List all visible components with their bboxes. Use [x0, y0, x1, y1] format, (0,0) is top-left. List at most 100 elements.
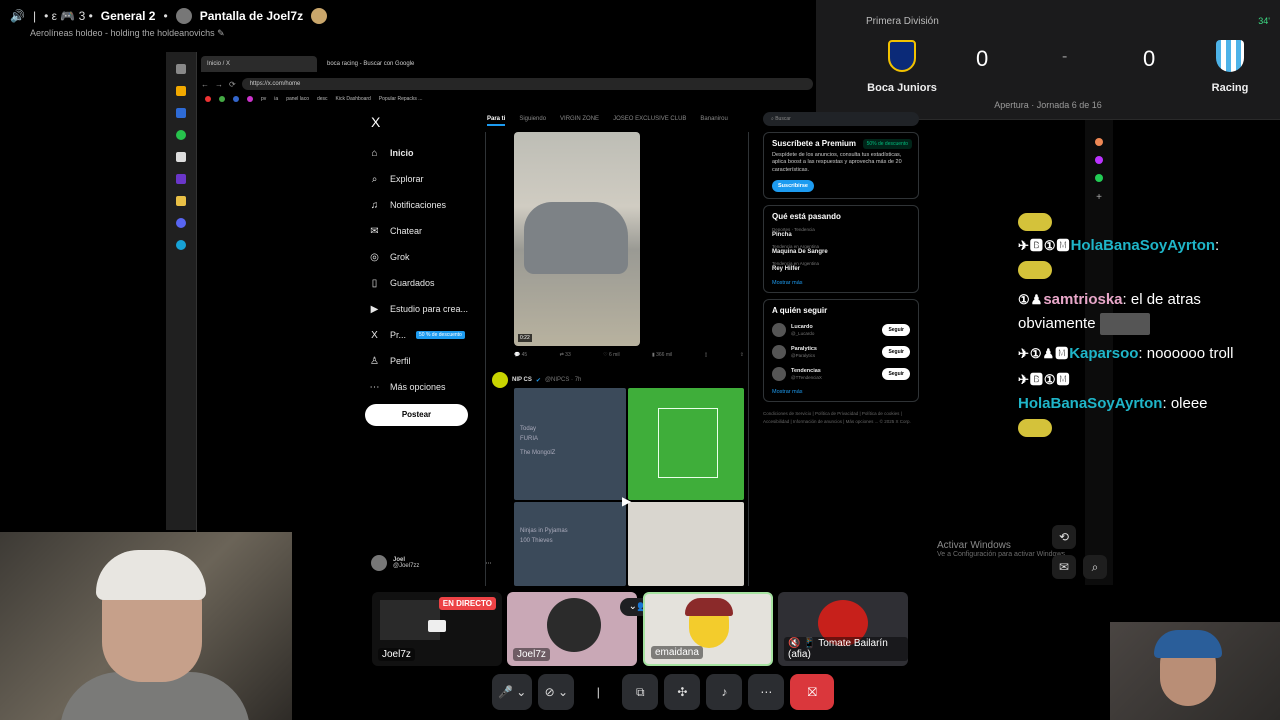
- bookmark-pv[interactable]: pv: [261, 96, 266, 102]
- avatar[interactable]: [772, 323, 786, 338]
- discord-icon[interactable]: [176, 218, 186, 228]
- activities-button[interactable]: ✣: [664, 674, 701, 710]
- follow-show-more[interactable]: Mostrar más: [772, 389, 910, 395]
- reload-icon[interactable]: ⟳: [229, 80, 236, 89]
- bookmark-panel-laco[interactable]: panel laco: [286, 96, 309, 102]
- grid-label: The MongolZ: [520, 450, 556, 456]
- follow-suggestion: Tendencias @TTendenciaX Seguir: [772, 367, 910, 382]
- subscribe-button[interactable]: Suscribirse: [772, 180, 814, 193]
- add-icon[interactable]: +: [1085, 192, 1113, 203]
- app-icon[interactable]: [176, 86, 186, 96]
- x-nav-item[interactable]: ⌕ Explorar: [369, 166, 468, 192]
- avatar[interactable]: [772, 367, 786, 382]
- x-nav-item[interactable]: ▯ Guardados: [369, 270, 468, 296]
- repost-action[interactable]: ⇄ 33: [560, 352, 571, 358]
- microphone-button[interactable]: 🎤 ⌄: [492, 674, 533, 710]
- zoom-icon[interactable]: ⌕: [1083, 555, 1107, 579]
- x-footer-links[interactable]: Condiciones de Servicio | Política de Pr…: [763, 410, 919, 426]
- end-stream-button[interactable]: ⛝: [790, 674, 835, 710]
- views-action[interactable]: ▮ 366 mil: [652, 352, 672, 358]
- call-tile-emaidana[interactable]: emaidana: [643, 592, 773, 666]
- mail-icon[interactable]: ✉: [1052, 555, 1076, 579]
- share-icon[interactable]: ⇪: [740, 352, 744, 358]
- trend-item[interactable]: Tendencia en Argentina Rey Hilfer: [772, 261, 910, 272]
- call-tile-tomate[interactable]: 🔇 📱 Tomate Bailarín (afia): [778, 592, 908, 666]
- bookmark-kick-dashboard[interactable]: Kick Dashboard: [336, 96, 371, 102]
- like-action[interactable]: ♡ 6 mil: [603, 352, 619, 358]
- edge-icon[interactable]: [176, 240, 186, 250]
- tab-para-ti[interactable]: Para ti: [487, 116, 506, 126]
- chat-username[interactable]: HolaBanaSoyAyrton: [1071, 237, 1215, 254]
- camera-off-button[interactable]: ⊘ ⌄: [538, 674, 575, 710]
- whatsapp-icon[interactable]: [1095, 174, 1103, 182]
- channel-name[interactable]: General 2: [101, 9, 156, 23]
- trend-item[interactable]: Deportes · Tendencia Pincha: [772, 227, 910, 238]
- follow-name[interactable]: Lucardo @_Lucardo: [791, 324, 877, 337]
- x-logo-icon[interactable]: X: [371, 114, 380, 130]
- back-icon[interactable]: ←: [201, 80, 209, 89]
- xbox-icon[interactable]: [176, 130, 186, 140]
- follow-button[interactable]: Seguir: [882, 346, 910, 359]
- tab-joseo-exclusive-club[interactable]: JOSEO EXCLUSIVE CLUB: [613, 116, 686, 126]
- match-round: Apertura · Jornada 6 de 16: [994, 100, 1102, 110]
- forward-icon[interactable]: →: [215, 80, 223, 89]
- follow-button[interactable]: Seguir: [882, 324, 910, 337]
- x-nav-item[interactable]: ⋯ Más opciones: [369, 374, 468, 400]
- post-button[interactable]: Postear: [365, 404, 468, 426]
- shield-icon[interactable]: [176, 152, 186, 162]
- reply-action[interactable]: 💬 45: [514, 352, 527, 358]
- x-profile-switcher[interactable]: Joel @Joel7zz ⋯: [371, 555, 491, 571]
- bookmark-icon[interactable]: [219, 96, 225, 102]
- chat-username[interactable]: HolaBanaSoyAyrton: [1018, 395, 1162, 412]
- photoshop-icon[interactable]: [176, 108, 186, 118]
- tab-bananirou[interactable]: Bananirou: [700, 116, 727, 126]
- bookmark-desc[interactable]: desc: [317, 96, 328, 102]
- premiere-icon[interactable]: [176, 174, 186, 184]
- tab-siguiendo[interactable]: Siguiendo: [519, 116, 546, 126]
- post-video[interactable]: 0:22: [514, 132, 640, 346]
- post-author[interactable]: NIP CS: [512, 377, 532, 383]
- windows-start-icon[interactable]: [176, 64, 186, 74]
- trending-show-more[interactable]: Mostrar más: [772, 280, 910, 286]
- volume-icon[interactable]: 🔊: [10, 9, 25, 23]
- x-nav-item[interactable]: ⌂ Inicio: [369, 140, 468, 166]
- call-tile-joel7z[interactable]: Joel7z: [507, 592, 637, 666]
- bookmark-icon[interactable]: ▯: [705, 352, 708, 358]
- pencil-icon[interactable]: ✎: [217, 28, 225, 38]
- chat-username[interactable]: Kaparsoo: [1069, 345, 1138, 362]
- avatar[interactable]: [772, 345, 786, 360]
- avatar[interactable]: [492, 372, 508, 388]
- play-icon[interactable]: ▶: [622, 494, 631, 508]
- tab-x-home[interactable]: Inicio / X: [201, 56, 317, 72]
- bookmark-ia[interactable]: ia: [274, 96, 278, 102]
- bookmark-icon[interactable]: [205, 96, 211, 102]
- x-nav-item[interactable]: ♫ Notificaciones: [369, 192, 468, 218]
- popout-icon[interactable]: ⟲: [1052, 525, 1076, 549]
- away-team-name: Racing: [1211, 82, 1249, 94]
- trend-item[interactable]: Tendencia en Argentina Maquina De Sangre: [772, 244, 910, 255]
- x-search-input[interactable]: ⌕ Buscar: [763, 112, 919, 126]
- bookmark-popular-repacks[interactable]: Popular Repacks ...: [379, 96, 423, 102]
- bookmark-icon[interactable]: [233, 96, 239, 102]
- x-nav-item[interactable]: ♙ Perfil: [369, 348, 468, 374]
- tab-virgin-zone[interactable]: VIRGIN ZONE: [560, 116, 599, 126]
- tab-google-search[interactable]: boca racing - Buscar con Google: [321, 56, 437, 72]
- x-nav-item[interactable]: ◎ Grok: [369, 244, 468, 270]
- x-nav-item[interactable]: ▶ Estudio para crea...: [369, 296, 468, 322]
- extension-icon[interactable]: [1095, 138, 1103, 146]
- screen-share-button[interactable]: ⧉: [622, 674, 659, 710]
- extension-icon[interactable]: [1095, 156, 1103, 164]
- soundboard-button[interactable]: ♪: [706, 674, 743, 710]
- folder-icon[interactable]: [176, 196, 186, 206]
- x-nav-item[interactable]: ✉ Chatear: [369, 218, 468, 244]
- follow-name[interactable]: Tendencias @TTendenciaX: [791, 368, 877, 381]
- bookmark-icon[interactable]: [247, 96, 253, 102]
- x-nav-item[interactable]: X Pr... 50 % de descuento: [369, 322, 468, 348]
- follow-button[interactable]: Seguir: [882, 368, 910, 381]
- call-tile-stream[interactable]: EN DIRECTO Joel7z: [372, 592, 502, 666]
- more-options-button[interactable]: ⋯: [748, 674, 785, 710]
- url-input[interactable]: https://x.com/home: [241, 78, 813, 90]
- chat-username[interactable]: samtrioska: [1043, 291, 1122, 308]
- follow-name[interactable]: Paralytics @Paralytics: [791, 346, 877, 359]
- post-media-grid[interactable]: Today FURIA The MongolZ Ninjas in Pyjama…: [514, 388, 744, 586]
